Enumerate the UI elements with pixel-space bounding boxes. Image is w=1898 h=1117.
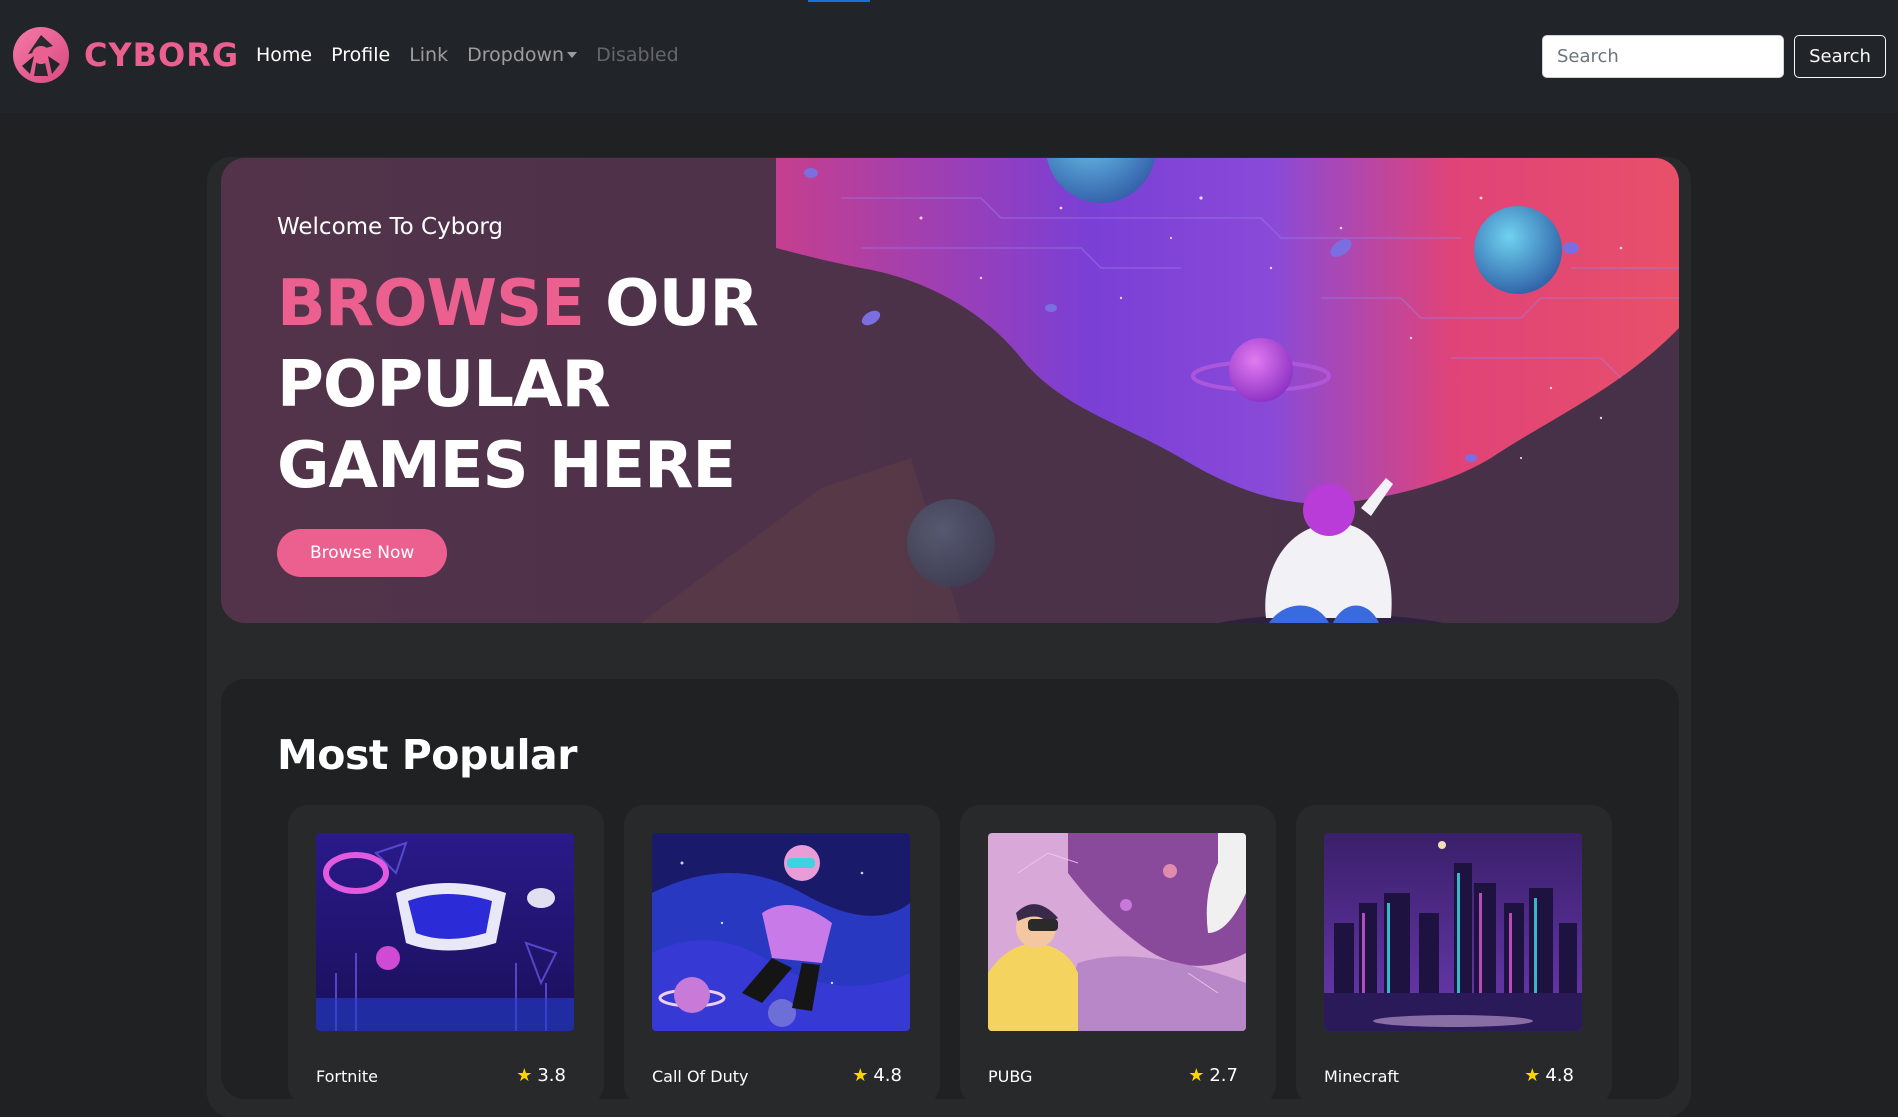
brand-name: CYBORG xyxy=(84,36,240,74)
nav-dropdown[interactable]: Dropdown xyxy=(467,44,578,66)
game-thumbnail xyxy=(652,833,910,1031)
hero-banner: Welcome To Cyborg BROWSE OUR POPULAR GAM… xyxy=(221,158,1679,623)
game-thumbnail xyxy=(988,833,1246,1031)
star-icon: ★ xyxy=(1188,1065,1205,1086)
banner-content: Welcome To Cyborg BROWSE OUR POPULAR GAM… xyxy=(277,214,759,577)
most-popular-section: Most Popular Fortnite ★ 3.8 Call Of Duty… xyxy=(221,679,1679,1105)
section-title: Most Popular xyxy=(277,731,577,779)
banner-headline: BROWSE OUR POPULAR GAMES HERE xyxy=(277,264,759,507)
rating-value: 2.7 xyxy=(1209,1065,1238,1086)
game-name: Fortnite xyxy=(316,1067,378,1086)
neon-city-image xyxy=(1324,833,1582,1031)
game-name: Minecraft xyxy=(1324,1067,1400,1086)
vr-headset-image xyxy=(316,833,574,1031)
headline-line3: GAMES HERE xyxy=(277,429,736,503)
game-card-fortnite[interactable]: Fortnite ★ 3.8 xyxy=(288,805,604,1105)
rating-value: 4.8 xyxy=(1545,1065,1574,1086)
vr-girl-image xyxy=(988,833,1246,1031)
headline-line1: OUR xyxy=(605,267,759,341)
headline-line2: POPULAR xyxy=(277,348,611,422)
search-input[interactable] xyxy=(1542,35,1784,78)
main-nav: Home Profile Link Dropdown Disabled xyxy=(256,44,698,66)
search-button[interactable]: Search xyxy=(1794,35,1886,78)
nav-dropdown-label: Dropdown xyxy=(467,44,565,66)
welcome-text: Welcome To Cyborg xyxy=(277,214,504,240)
nav-profile[interactable]: Profile xyxy=(331,44,390,66)
nav-disabled: Disabled xyxy=(596,44,679,66)
chevron-down-icon xyxy=(567,51,578,58)
game-name: PUBG xyxy=(988,1067,1033,1086)
star-icon: ★ xyxy=(516,1065,533,1086)
headline-accent: BROWSE xyxy=(277,267,585,341)
game-rating: ★ 4.8 xyxy=(1524,1065,1574,1086)
top-navbar: CYBORG Home Profile Link Dropdown Disabl… xyxy=(0,0,1898,113)
game-card-minecraft[interactable]: Minecraft ★ 4.8 xyxy=(1296,805,1612,1105)
rating-value: 4.8 xyxy=(873,1065,902,1086)
game-rating: ★ 2.7 xyxy=(1188,1065,1238,1086)
brand-link[interactable]: CYBORG xyxy=(12,26,239,84)
rating-value: 3.8 xyxy=(537,1065,566,1086)
nav-home[interactable]: Home xyxy=(256,44,312,66)
game-card-pubg[interactable]: PUBG ★ 2.7 xyxy=(960,805,1276,1105)
game-name: Call Of Duty xyxy=(652,1067,749,1086)
floating-vr-person-image xyxy=(652,833,910,1031)
cyborg-logo-icon xyxy=(13,27,69,83)
star-icon: ★ xyxy=(1524,1065,1541,1086)
game-thumbnail xyxy=(1324,833,1582,1031)
game-thumbnail xyxy=(316,833,574,1031)
top-accent-bar xyxy=(808,0,870,2)
game-card-call-of-duty[interactable]: Call Of Duty ★ 4.8 xyxy=(624,805,940,1105)
game-rating: ★ 4.8 xyxy=(852,1065,902,1086)
browse-now-button[interactable]: Browse Now xyxy=(277,529,448,577)
nav-link[interactable]: Link xyxy=(409,44,448,66)
star-icon: ★ xyxy=(852,1065,869,1086)
game-rating: ★ 3.8 xyxy=(516,1065,566,1086)
